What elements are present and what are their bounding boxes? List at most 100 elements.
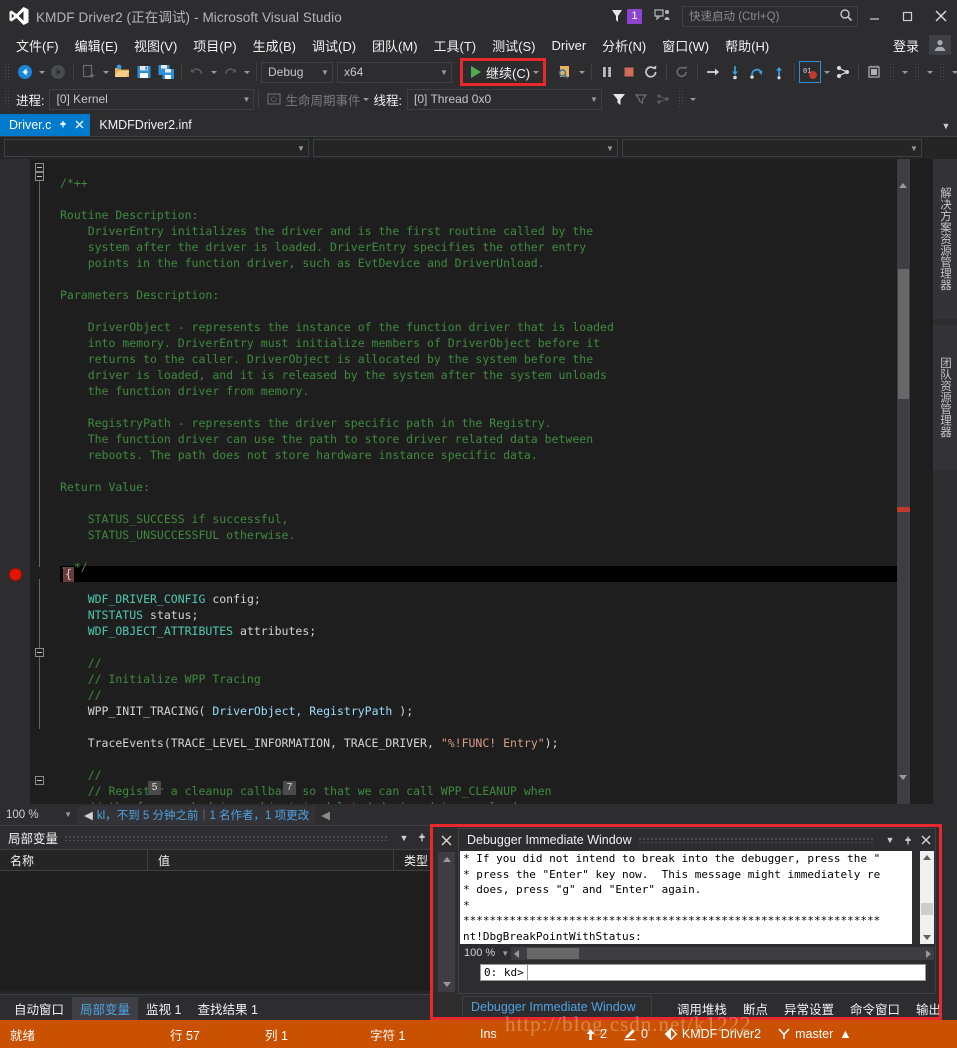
- bottom-tab-debugger-immediate-window[interactable]: Debugger Immediate Window: [462, 996, 652, 1018]
- menu-item-debug[interactable]: 调试(D): [304, 34, 364, 57]
- code-text[interactable]: /*++ Routine Description: DriverEntry in…: [60, 159, 897, 814]
- menu-item-driver[interactable]: Driver: [543, 36, 594, 55]
- toolbar-grip[interactable]: [4, 90, 11, 108]
- scrollbar-thumb[interactable]: [527, 947, 580, 959]
- scroll-down-icon[interactable]: [923, 935, 931, 940]
- minimize-button[interactable]: [858, 0, 891, 32]
- process-combo[interactable]: [0] Kernel ▼: [49, 88, 255, 110]
- branch-up-arrow-icon[interactable]: ▲: [839, 1027, 851, 1041]
- menu-item-build[interactable]: 生成(B): [245, 34, 304, 57]
- close-icon[interactable]: [75, 118, 84, 132]
- fold-toggle-icon[interactable]: [35, 163, 44, 172]
- fold-toggle-icon[interactable]: [35, 648, 44, 657]
- tab-driver-c[interactable]: Driver.c: [0, 114, 91, 136]
- flag-filter-icon[interactable]: [630, 88, 652, 110]
- open-file-icon[interactable]: [111, 61, 133, 83]
- stop-debugging-icon[interactable]: [618, 61, 640, 83]
- continue-dropdown[interactable]: [530, 61, 541, 83]
- immediate-command-input[interactable]: [527, 964, 926, 981]
- toolbar-overflow-2[interactable]: [924, 61, 935, 83]
- column-header-value[interactable]: 值: [148, 850, 394, 870]
- menu-item-tools[interactable]: 工具(T): [426, 34, 485, 57]
- tab-kmdfdriver2-inf[interactable]: KMDFDriver2.inf: [90, 114, 197, 136]
- filter-icon[interactable]: [608, 88, 630, 110]
- codelens-badge-7[interactable]: 7: [283, 781, 296, 795]
- breakpoint-gutter[interactable]: [0, 159, 30, 804]
- toolbar-grip[interactable]: [4, 63, 11, 81]
- toolbar-overflow-grip[interactable]: [939, 63, 947, 81]
- attach-dropdown[interactable]: [576, 61, 587, 83]
- feedback-icon[interactable]: [652, 7, 674, 25]
- bottom-tab-output[interactable]: 输出: [908, 997, 949, 1020]
- restart-icon[interactable]: [640, 61, 662, 83]
- toolbar-overflow-1[interactable]: [899, 61, 910, 83]
- maximize-button[interactable]: [891, 0, 924, 32]
- step-over-icon[interactable]: [746, 61, 768, 83]
- new-item-icon[interactable]: [78, 61, 100, 83]
- scrollbar-thumb[interactable]: [921, 903, 933, 915]
- immediate-horizontal-scrollbar[interactable]: [511, 946, 934, 960]
- status-branch[interactable]: master: [795, 1027, 833, 1041]
- notifications[interactable]: 1: [609, 8, 642, 24]
- show-next-statement-icon[interactable]: [702, 61, 724, 83]
- save-all-icon[interactable]: [155, 61, 177, 83]
- fold-toggle-icon[interactable]: [35, 172, 44, 181]
- member-combo[interactable]: ▼: [313, 139, 618, 157]
- scroll-down-icon[interactable]: [899, 775, 907, 780]
- immediate-window-output[interactable]: * If you did not intend to break into th…: [460, 851, 912, 944]
- scrollbar-thumb[interactable]: [898, 269, 909, 399]
- immediate-zoom-value[interactable]: 100 %: [464, 947, 495, 959]
- navigate-back-icon[interactable]: [14, 61, 36, 83]
- scroll-up-icon[interactable]: [899, 183, 907, 188]
- panel-drag-dots[interactable]: [64, 834, 389, 841]
- sign-in-button[interactable]: 登录: [883, 36, 929, 55]
- thread-combo[interactable]: [0] Thread 0x0 ▼: [406, 88, 602, 110]
- locals-dock-close-icon[interactable]: [436, 830, 456, 850]
- codelens-bar[interactable]: ◀ kl，不到 5 分钟之前 | 1 名作者，1 项更改: [78, 805, 316, 824]
- chevron-down-icon[interactable]: ▼: [937, 114, 955, 137]
- locals-grid-body[interactable]: [0, 871, 431, 991]
- continue-button[interactable]: 继续(C): [460, 58, 547, 86]
- bottom-tab-breakpoints[interactable]: 断点: [735, 997, 776, 1020]
- scroll-up-icon[interactable]: [443, 857, 451, 862]
- codelens-next-icon[interactable]: ◀: [321, 808, 330, 822]
- dock-vertical-scrollbar[interactable]: [438, 852, 455, 992]
- scroll-up-icon[interactable]: [923, 855, 931, 860]
- save-icon[interactable]: [133, 61, 155, 83]
- immediate-output-scrollbar[interactable]: [920, 851, 934, 944]
- editor-vertical-scrollbar[interactable]: [897, 159, 910, 804]
- column-header-type[interactable]: 类型: [394, 850, 431, 870]
- menu-item-edit[interactable]: 编辑(E): [67, 34, 126, 57]
- quick-launch-input[interactable]: 快速启动 (Ctrl+Q): [682, 5, 858, 27]
- memory-window-icon[interactable]: [863, 61, 885, 83]
- close-icon[interactable]: [917, 829, 935, 852]
- chevron-down-icon[interactable]: ▼: [881, 829, 899, 852]
- undo-icon[interactable]: [186, 61, 208, 83]
- menu-item-window[interactable]: 窗口(W): [654, 34, 717, 57]
- codelens-authors-text[interactable]: 1 名作者，1 项更改: [209, 807, 309, 823]
- menu-item-analyze[interactable]: 分析(N): [594, 34, 654, 57]
- toolbar-grip[interactable]: [677, 90, 685, 108]
- new-item-dropdown[interactable]: [100, 61, 111, 83]
- status-repository[interactable]: KMDF Driver2: [682, 1027, 761, 1041]
- redo-dropdown[interactable]: [241, 61, 252, 83]
- chevron-down-icon[interactable]: ▼: [395, 826, 413, 849]
- attach-to-process-icon[interactable]: [554, 61, 576, 83]
- threads-icon[interactable]: [832, 61, 854, 83]
- account-icon[interactable]: [929, 35, 951, 55]
- lifecycle-events-icon[interactable]: ⭘: [263, 88, 285, 110]
- pin-icon[interactable]: [899, 829, 917, 852]
- threads-icon[interactable]: [652, 88, 674, 110]
- scroll-right-icon[interactable]: [926, 949, 931, 958]
- lifecycle-dropdown[interactable]: [361, 88, 372, 110]
- configuration-combo[interactable]: Debug ▼: [261, 61, 333, 83]
- status-unpublished-commits[interactable]: 0: [641, 1027, 648, 1041]
- codelens-history-text[interactable]: kl，不到 5 分钟之前: [97, 807, 199, 823]
- menu-item-test[interactable]: 测试(S): [484, 34, 543, 57]
- navigate-back-dropdown[interactable]: [36, 61, 47, 83]
- bottom-tab-call-stack[interactable]: 调用堆栈: [669, 997, 735, 1020]
- step-into-icon[interactable]: [724, 61, 746, 83]
- bottom-tab-exception-settings[interactable]: 异常设置: [776, 997, 842, 1020]
- bottom-tab-find-results-1[interactable]: 查找结果 1: [189, 997, 265, 1020]
- tool-tab-solution-explorer[interactable]: 解决方案资源管理器: [933, 159, 957, 319]
